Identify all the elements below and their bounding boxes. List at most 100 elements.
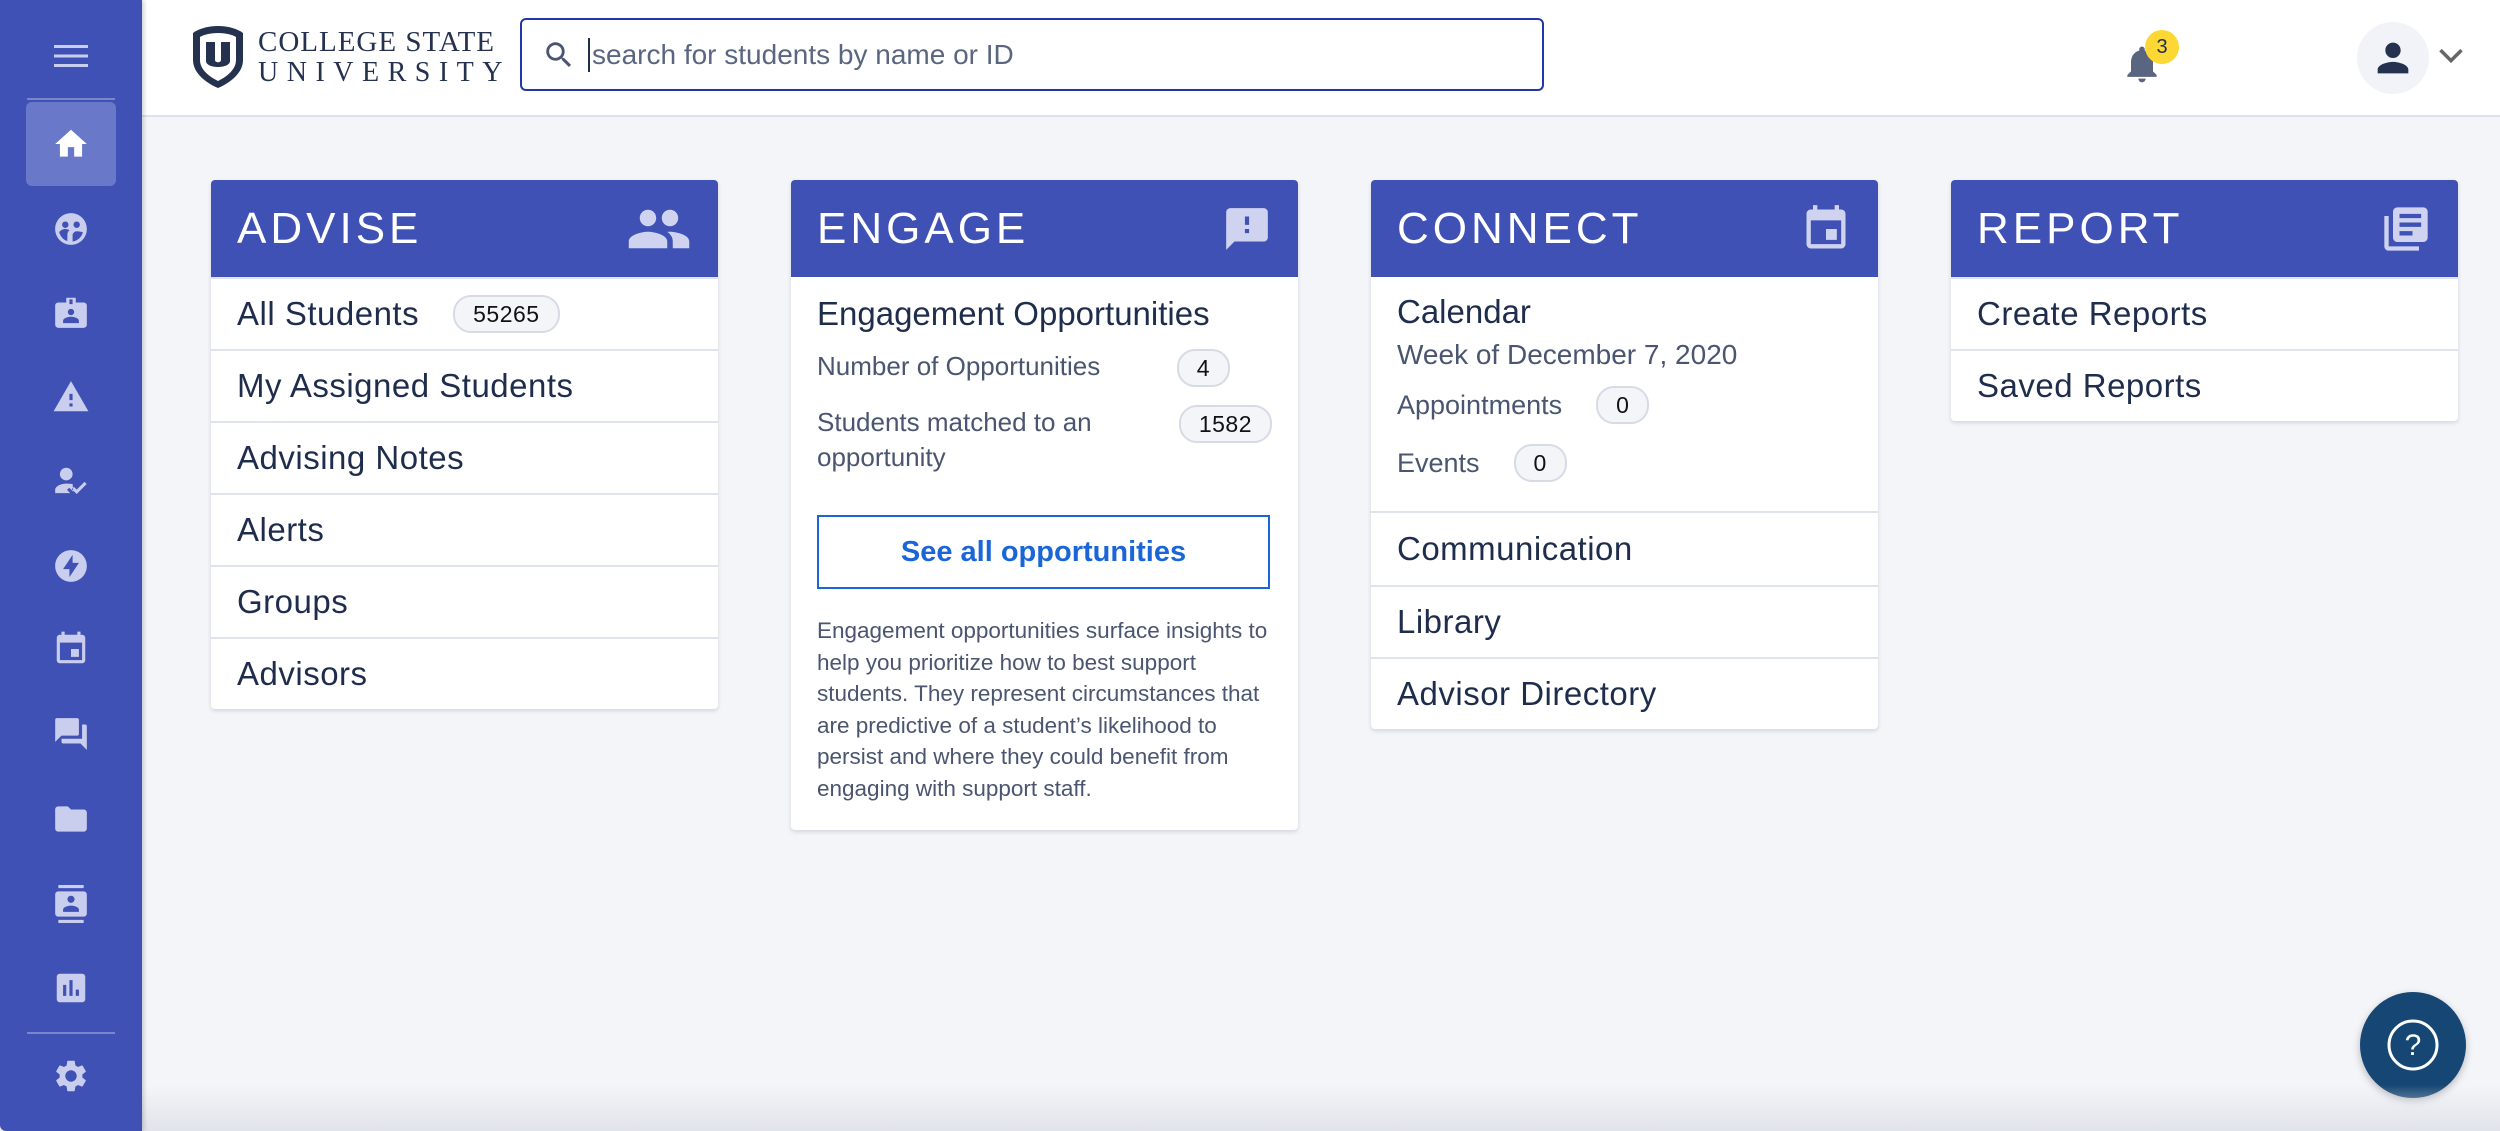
- sidebar-item-alerts[interactable]: [26, 355, 116, 439]
- student-search-box[interactable]: [520, 18, 1544, 91]
- calendar-summary[interactable]: Calendar Week of December 7, 2020 Appoin…: [1371, 277, 1878, 513]
- report-card-header: REPORT: [1951, 180, 2458, 277]
- sidebar-item-library[interactable]: [26, 777, 116, 861]
- menu-toggle-button[interactable]: [0, 30, 142, 82]
- events-line: Events 0: [1397, 443, 1852, 483]
- search-input[interactable]: [588, 37, 1488, 72]
- sidebar-item-communication[interactable]: [26, 692, 116, 776]
- university-logo[interactable]: COLLEGE STATE UNIVERSITY: [190, 24, 511, 90]
- connect-card-title: CONNECT: [1397, 203, 1643, 253]
- appointments-line: Appointments 0: [1397, 385, 1852, 425]
- connect-communication[interactable]: Communication: [1371, 513, 1878, 585]
- gear-icon: [56, 1060, 86, 1092]
- see-all-opportunities-button[interactable]: See all opportunities: [817, 515, 1270, 589]
- report-saved-reports[interactable]: Saved Reports: [1951, 349, 2458, 421]
- sidebar-item-engage[interactable]: [26, 524, 116, 608]
- hamburger-menu-icon: [54, 45, 88, 67]
- connect-library[interactable]: Library: [1371, 585, 1878, 657]
- bolt-icon: [55, 550, 87, 582]
- library-books-icon: [2384, 206, 2428, 251]
- contacts-icon: [55, 885, 87, 923]
- person-icon: [2377, 42, 2409, 74]
- engage-card: ENGAGE Engagement Opportunities Number o…: [791, 180, 1298, 830]
- logo-text: COLLEGE STATE UNIVERSITY: [258, 27, 511, 88]
- sidebar-item-calendar[interactable]: [26, 607, 116, 691]
- row-label: Create Reports: [1977, 295, 2208, 332]
- sidebar-item-settings[interactable]: [26, 1034, 116, 1118]
- people-icon: [628, 209, 690, 248]
- calendar-icon: [1806, 204, 1846, 248]
- row-label: All Students: [237, 295, 420, 332]
- stat-label: Number of Opportunities: [817, 351, 1101, 381]
- groups-icon: [55, 213, 87, 245]
- row-label: Library: [1397, 603, 1502, 640]
- calendar-icon: [56, 631, 86, 664]
- advise-alerts[interactable]: Alerts: [211, 493, 718, 565]
- bar-chart-icon: [56, 973, 86, 1003]
- report-create-reports[interactable]: Create Reports: [1951, 277, 2458, 349]
- engage-card-title: ENGAGE: [817, 203, 1030, 253]
- sidebar-item-directory[interactable]: [26, 862, 116, 946]
- engage-description: Engagement opportunities surface insight…: [817, 618, 1268, 801]
- events-count: 0: [1513, 444, 1567, 482]
- advise-advising-notes[interactable]: Advising Notes: [211, 421, 718, 493]
- stat-value: 1582: [1178, 405, 1272, 443]
- report-card-title: REPORT: [1977, 203, 2184, 253]
- row-label: Alerts: [237, 511, 325, 548]
- notification-badge: 3: [2145, 30, 2179, 64]
- bottom-shadow: [142, 1085, 2500, 1131]
- chevron-down-icon[interactable]: [2437, 46, 2465, 66]
- sidebar-item-home[interactable]: [26, 102, 116, 186]
- advise-card: ADVISE All Students 55265 My Assigned St…: [211, 180, 718, 709]
- advise-card-header: ADVISE: [211, 180, 718, 277]
- row-label: Advising Notes: [237, 439, 465, 476]
- appointments-count: 0: [1596, 386, 1650, 424]
- report-card: REPORT Create Reports Saved Reports: [1951, 180, 2458, 421]
- stat-number-of-opportunities: Number of Opportunities 4: [817, 349, 1272, 387]
- sidebar-item-assigned[interactable]: [26, 440, 116, 524]
- advise-my-assigned-students[interactable]: My Assigned Students: [211, 349, 718, 421]
- count-badge: 55265: [453, 295, 560, 333]
- help-circle-icon: ?: [2387, 1019, 2439, 1071]
- stat-value: 4: [1176, 349, 1230, 387]
- svg-text:?: ?: [2405, 1029, 2422, 1062]
- connect-card: CONNECT Calendar Week of December 7, 202…: [1371, 180, 1878, 729]
- sidebar-item-reports[interactable]: [26, 946, 116, 1030]
- calendar-week-label: Week of December 7, 2020: [1397, 339, 1738, 370]
- logo-line-2: UNIVERSITY: [258, 56, 511, 88]
- row-label: Advisor Directory: [1397, 675, 1657, 712]
- row-label: Saved Reports: [1977, 367, 2202, 404]
- connect-card-header: CONNECT: [1371, 180, 1878, 277]
- advise-card-title: ADVISE: [237, 203, 423, 253]
- appointments-label: Appointments: [1397, 389, 1563, 420]
- events-label: Events: [1397, 447, 1480, 478]
- shield-logo-icon: [193, 26, 243, 88]
- sidebar-item-student-profile[interactable]: [26, 270, 116, 354]
- search-icon: [546, 41, 572, 67]
- user-avatar-button[interactable]: [2357, 22, 2429, 94]
- calendar-title: Calendar: [1397, 293, 1531, 330]
- sidebar: [0, 0, 142, 1131]
- advise-all-students[interactable]: All Students 55265: [211, 277, 718, 349]
- chat-icon: [55, 718, 87, 750]
- folder-icon: [55, 806, 87, 832]
- row-label: My Assigned Students: [237, 367, 574, 404]
- engage-card-body: Engagement Opportunities Number of Oppor…: [791, 277, 1298, 830]
- engage-card-header: ENGAGE: [791, 180, 1298, 277]
- row-label: Groups: [237, 583, 349, 620]
- row-label: Communication: [1397, 530, 1633, 567]
- connect-advisor-directory[interactable]: Advisor Directory: [1371, 657, 1878, 729]
- home-icon: [55, 129, 87, 157]
- sidebar-item-students[interactable]: [26, 187, 116, 271]
- warning-icon: [53, 381, 89, 412]
- engage-subtitle: Engagement Opportunities: [817, 295, 1210, 332]
- stat-label: Students matched to an opportunity: [817, 407, 1092, 472]
- person-check-icon: [55, 467, 87, 495]
- stat-students-matched: Students matched to an opportunity 1582: [817, 405, 1272, 475]
- advise-advisors[interactable]: Advisors: [211, 637, 718, 709]
- row-label: Advisors: [237, 655, 368, 692]
- advise-groups[interactable]: Groups: [211, 565, 718, 637]
- help-button[interactable]: ?: [2360, 992, 2466, 1098]
- sidebar-divider: [27, 98, 115, 100]
- feedback-icon: [1226, 207, 1268, 250]
